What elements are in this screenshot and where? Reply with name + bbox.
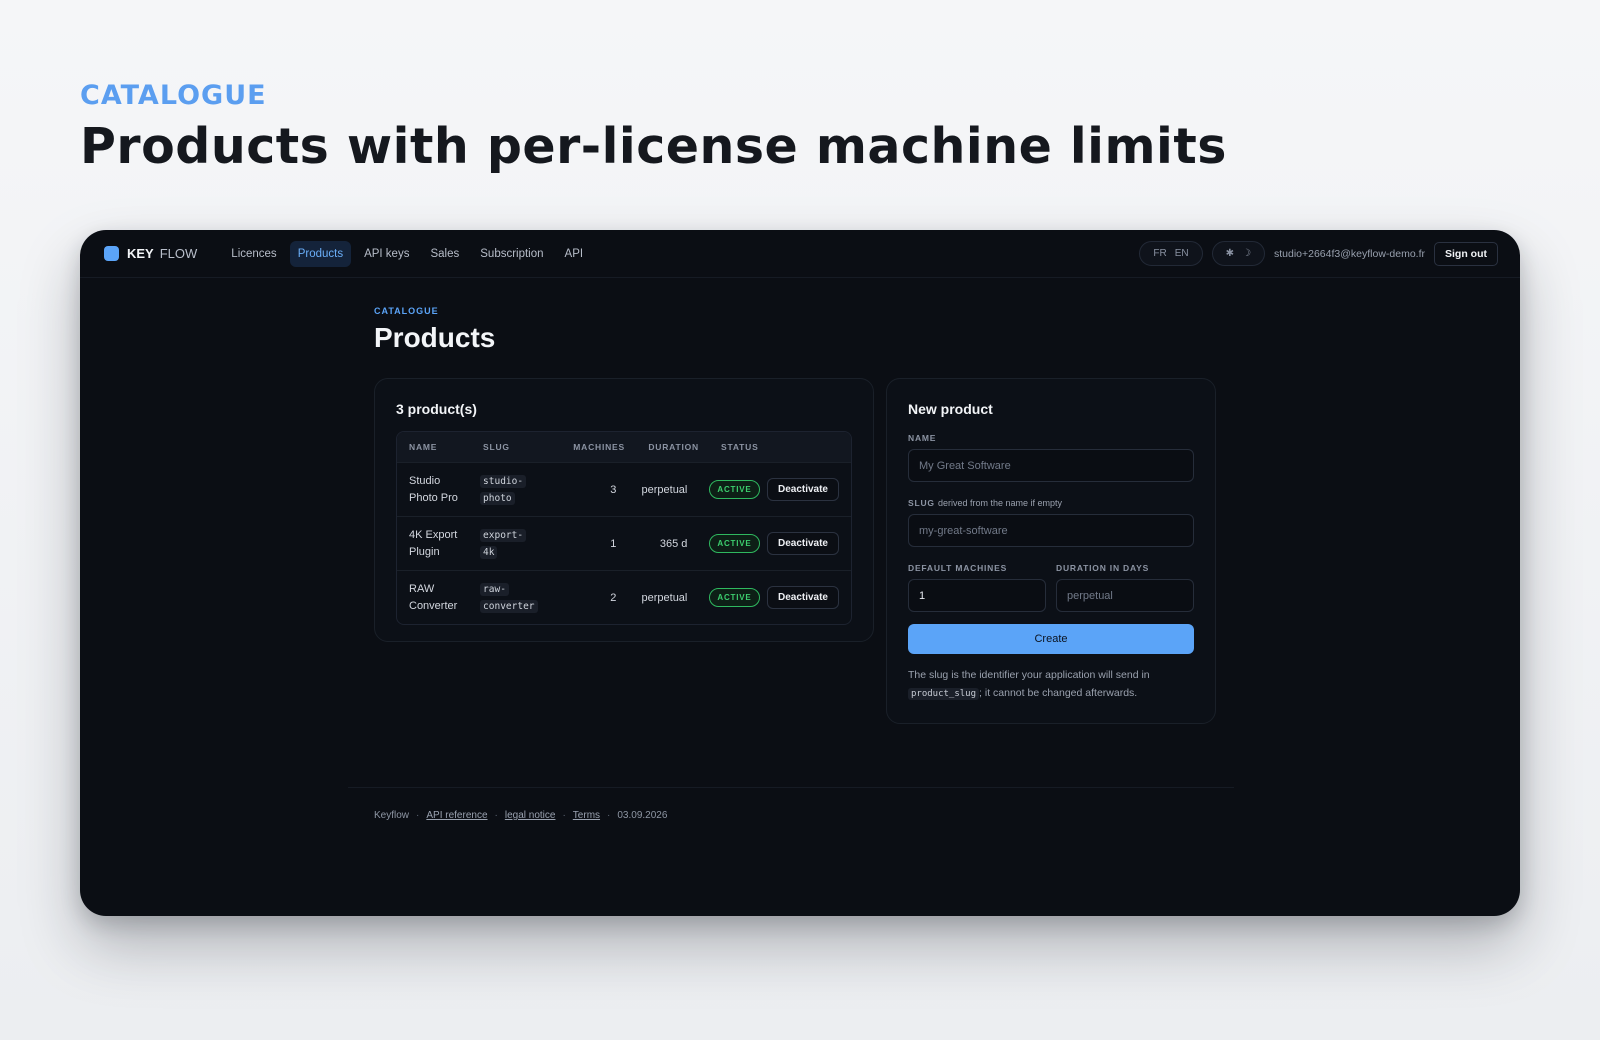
table-row: 4K Export Plugin export- 4k 1 365 d ACTIVE…	[397, 516, 851, 570]
product-name: 4K Export Plugin	[409, 528, 458, 558]
product-duration: perpetual	[641, 591, 688, 604]
column-header-slug: SLUG	[483, 442, 510, 452]
page-eyebrow: CATALOGUE	[374, 306, 439, 316]
product-slug-code: product_slug	[908, 688, 980, 700]
nav-item-products[interactable]: Products	[289, 240, 352, 267]
status-badge: ACTIVE	[709, 480, 760, 499]
product-machines: 2	[610, 591, 617, 604]
nav-item-api[interactable]: API	[557, 241, 592, 267]
logo-text-flow: FLOW	[159, 246, 198, 261]
hero-eyebrow: CATALOGUE	[80, 80, 267, 111]
logo[interactable]: KEY FLOW	[104, 246, 197, 261]
product-slug: studio-photo	[480, 473, 555, 507]
slug-label: SLUG derived from the name if empty	[908, 498, 1063, 508]
footer-link-terms[interactable]: Terms	[573, 810, 600, 821]
theme-switcher: ✱ ☽	[1211, 241, 1265, 266]
product-slug: raw-converter	[480, 581, 555, 615]
duration-input[interactable]: perpetual	[1056, 579, 1194, 612]
products-table: NAME SLUG MACHINES DURATION STATUS Studi…	[396, 431, 852, 625]
product-machines: 3	[610, 483, 617, 496]
lang-fr-button[interactable]: FR	[1153, 248, 1166, 259]
column-header-duration: DURATION	[648, 442, 699, 452]
lang-en-button[interactable]: EN	[1175, 248, 1189, 259]
main-content: CATALOGUE Products 3 product(s) NAME SLU…	[374, 306, 1216, 724]
name-label: NAME	[908, 433, 937, 443]
logo-text-key: KEY	[127, 246, 154, 261]
footer-date: 03.09.2026	[617, 810, 668, 821]
main-nav: Licences Products API keys Sales Subscri…	[223, 240, 596, 267]
logo-mark-icon	[104, 246, 119, 261]
product-slug: export- 4k	[480, 527, 555, 561]
table-header: NAME SLUG MACHINES DURATION STATUS	[397, 432, 851, 462]
nav-item-api-keys[interactable]: API keys	[356, 241, 417, 267]
footer-link-legal-notice[interactable]: legal notice	[505, 810, 556, 821]
product-duration: 365 d	[659, 537, 688, 550]
status-badge: ACTIVE	[709, 588, 760, 607]
default-machines-label: DEFAULT MACHINES	[908, 563, 1008, 573]
table-row: RAW Converter raw-converter 2 perpetual A…	[397, 570, 851, 624]
column-header-name: NAME	[409, 442, 438, 452]
user-email: studio+2664f3@keyflow-demo.fr	[1273, 247, 1425, 260]
nav-item-sales[interactable]: Sales	[422, 241, 467, 267]
sign-out-button[interactable]: Sign out	[1434, 241, 1498, 266]
nav-item-licences[interactable]: Licences	[223, 241, 284, 267]
moon-icon[interactable]: ☽	[1242, 248, 1251, 259]
status-badge: ACTIVE	[709, 534, 760, 553]
footer-link-api-reference[interactable]: API reference	[426, 810, 487, 821]
new-product-card: New product NAME My Great Software SLUG …	[886, 378, 1216, 724]
products-count: 3 product(s)	[396, 401, 477, 417]
deactivate-button[interactable]: Deactivate	[766, 532, 839, 555]
app-window: KEY FLOW Licences Products API keys Sale…	[80, 230, 1520, 916]
footer-divider	[348, 787, 1234, 788]
footer-brand: Keyflow	[374, 810, 410, 821]
column-header-machines: MACHINES	[573, 442, 625, 452]
deactivate-button[interactable]: Deactivate	[766, 586, 839, 609]
products-card: 3 product(s) NAME SLUG MACHINES DURATION…	[374, 378, 874, 642]
hero-title: Products with per-license machine limits	[80, 118, 1227, 175]
slug-note: The slug is the identifier your applicat…	[908, 669, 1150, 700]
sun-icon[interactable]: ✱	[1226, 248, 1234, 259]
name-input[interactable]: My Great Software	[908, 449, 1194, 482]
column-header-status: STATUS	[721, 442, 759, 452]
new-product-heading: New product	[908, 401, 993, 417]
footer: Keyflow · API reference · legal notice ·…	[374, 810, 668, 821]
top-navbar: KEY FLOW Licences Products API keys Sale…	[80, 230, 1520, 278]
table-row: Studio Photo Pro studio-photo 3 perpetual…	[397, 462, 851, 516]
create-button[interactable]: Create	[908, 624, 1194, 654]
slug-input[interactable]: my-great-software	[908, 514, 1194, 547]
product-name: Studio Photo Pro	[409, 474, 458, 504]
duration-label: DURATION IN DAYS	[1056, 563, 1150, 573]
product-name: RAW Converter	[409, 582, 458, 612]
language-switcher: FR EN	[1139, 241, 1203, 266]
nav-item-subscription[interactable]: Subscription	[472, 241, 551, 267]
default-machines-input[interactable]: 1	[908, 579, 1046, 612]
page-title: Products	[374, 322, 496, 353]
product-machines: 1	[610, 537, 617, 550]
product-duration: perpetual	[641, 483, 688, 496]
deactivate-button[interactable]: Deactivate	[766, 478, 839, 501]
